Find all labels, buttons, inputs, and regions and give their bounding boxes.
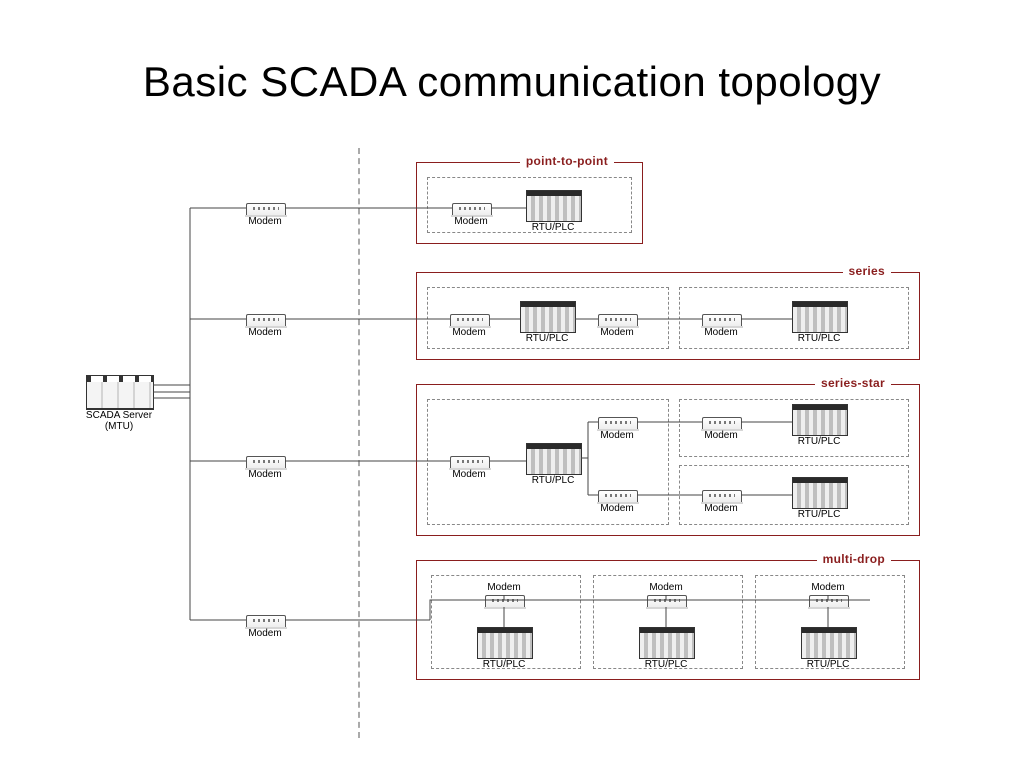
modem-icon (246, 314, 286, 327)
modem-label: Modem (452, 469, 485, 480)
rtu-plc-icon (792, 404, 848, 436)
rtu-plc-icon (526, 443, 582, 475)
modem-icon (246, 203, 286, 216)
rtu-plc-label: RTU/PLC (532, 475, 575, 486)
modem-icon (246, 615, 286, 628)
rtu-plc-label: RTU/PLC (798, 333, 841, 344)
rtu-plc-label: RTU/PLC (798, 509, 841, 520)
modem-icon (702, 314, 742, 327)
modem-icon (702, 417, 742, 430)
rtu-plc-label: RTU/PLC (483, 659, 526, 670)
modem-icon (246, 456, 286, 469)
topology-label-multidrop: multi-drop (817, 552, 891, 566)
rtu-plc-icon (792, 301, 848, 333)
scada-server-icon (86, 375, 154, 410)
rtu-plc-label: RTU/PLC (526, 333, 569, 344)
modem-icon (598, 314, 638, 327)
modem-label: Modem (704, 430, 737, 441)
modem-icon (598, 490, 638, 503)
modem-label: Modem (704, 503, 737, 514)
scada-server-label: SCADA Server(MTU) (86, 410, 152, 432)
modem-label: Modem (487, 582, 520, 593)
rtu-plc-icon (801, 627, 857, 659)
rtu-plc-label: RTU/PLC (645, 659, 688, 670)
page-title: Basic SCADA communication topology (0, 58, 1024, 106)
modem-icon (647, 595, 687, 608)
rtu-plc-icon (477, 627, 533, 659)
modem-icon (598, 417, 638, 430)
modem-label: Modem (704, 327, 737, 338)
modem-icon (450, 456, 490, 469)
rtu-plc-icon (520, 301, 576, 333)
modem-icon (809, 595, 849, 608)
modem-label: Modem (600, 327, 633, 338)
modem-label: Modem (600, 430, 633, 441)
rtu-plc-icon (526, 190, 582, 222)
modem-label: Modem (248, 216, 281, 227)
rtu-plc-icon (639, 627, 695, 659)
topology-label-seriesstar: series-star (815, 376, 891, 390)
rtu-plc-label: RTU/PLC (532, 222, 575, 233)
rtu-plc-label: RTU/PLC (807, 659, 850, 670)
topology-label-p2p: point-to-point (520, 154, 614, 168)
vertical-divider (358, 148, 360, 738)
modem-icon (702, 490, 742, 503)
rtu-plc-icon (792, 477, 848, 509)
modem-label: Modem (454, 216, 487, 227)
modem-label: Modem (248, 628, 281, 639)
modem-label: Modem (811, 582, 844, 593)
modem-label: Modem (248, 469, 281, 480)
modem-icon (452, 203, 492, 216)
topology-label-series: series (843, 264, 892, 278)
modem-icon (485, 595, 525, 608)
modem-label: Modem (600, 503, 633, 514)
modem-label: Modem (649, 582, 682, 593)
modem-label: Modem (248, 327, 281, 338)
modem-label: Modem (452, 327, 485, 338)
rtu-plc-label: RTU/PLC (798, 436, 841, 447)
modem-icon (450, 314, 490, 327)
